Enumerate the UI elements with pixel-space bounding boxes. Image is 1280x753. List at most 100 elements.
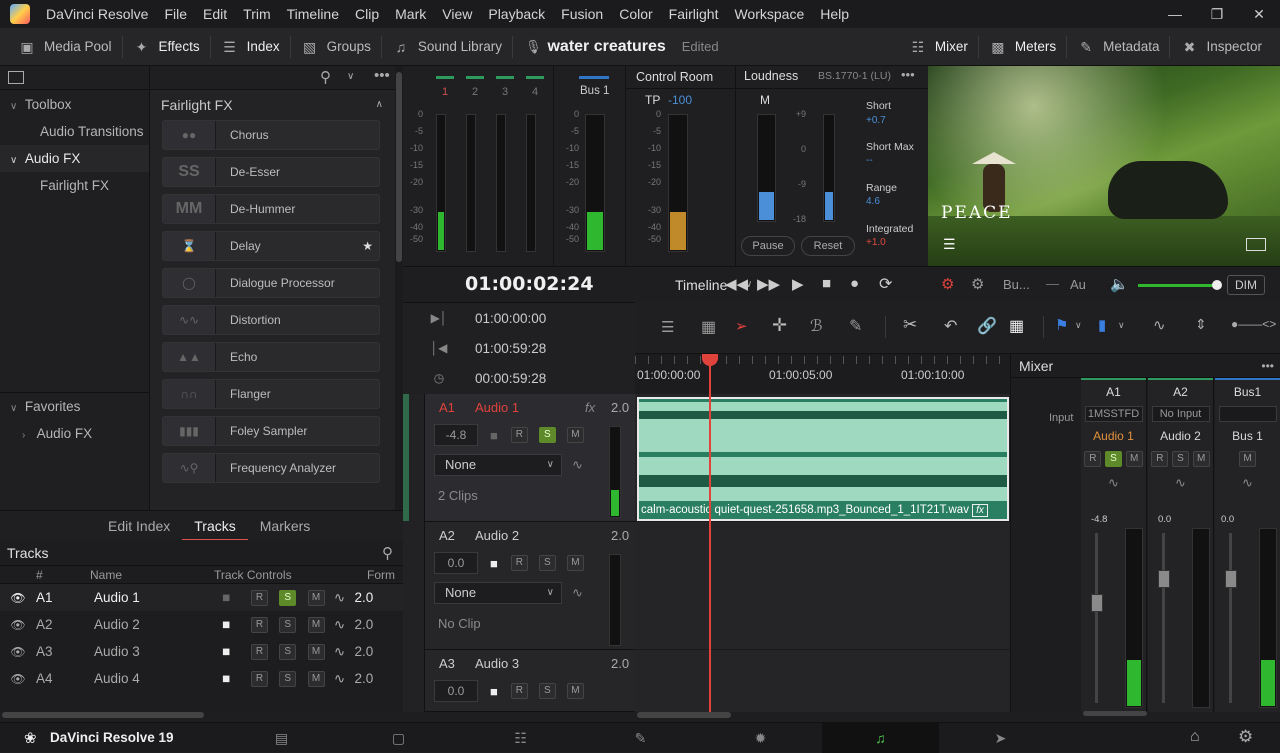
clip-fx-badge[interactable]: fx <box>972 504 988 517</box>
close-icon[interactable]: ✕ <box>1238 0 1280 28</box>
mute-button[interactable]: M <box>307 616 325 633</box>
fx-item-dialogue-processor[interactable]: ◯ Dialogue Processor <box>162 268 380 298</box>
fusion-page-icon[interactable]: ✎ <box>582 723 699 753</box>
lock-icon[interactable]: ■ <box>222 644 251 659</box>
tree-item-fav-audio-fx[interactable]: › Audio FX <box>0 420 149 447</box>
automation-icon[interactable]: ∿ <box>325 617 355 633</box>
volume-icon[interactable]: 🔈 <box>1110 275 1129 293</box>
solo-button[interactable]: S <box>538 683 556 699</box>
slider-knob[interactable] <box>1212 280 1222 290</box>
dynamics-icon[interactable]: ∿ <box>1215 475 1280 491</box>
lock-icon[interactable]: ■ <box>490 556 498 571</box>
automation-icon[interactable]: ∿ <box>325 671 355 687</box>
track-row-a1[interactable]: 👁 A1 Audio 1 ■ R S M ∿ 2.0 <box>0 584 403 611</box>
timeline-options-icon[interactable]: ☰ <box>661 318 674 336</box>
track-header-a3[interactable]: A3 Audio 3 2.0 0.0 ■ R S M <box>425 650 635 712</box>
fairlight-page-icon[interactable]: ♫ <box>822 723 939 753</box>
media-page-icon[interactable]: ▤ <box>223 723 340 753</box>
maximize-icon[interactable]: ❐ <box>1196 0 1238 28</box>
menu-help[interactable]: Help <box>812 0 857 28</box>
fx-scrollbar[interactable] <box>395 66 403 510</box>
record-button[interactable]: R <box>1151 451 1169 467</box>
gear-icon[interactable]: ⚙ <box>1238 727 1253 747</box>
menu-edit[interactable]: Edit <box>195 0 235 28</box>
edit-page-icon[interactable]: ☷ <box>462 723 579 753</box>
menu-davinci-resolve[interactable]: DaVinci Resolve <box>38 0 156 28</box>
stop-icon[interactable]: ■ <box>822 275 831 292</box>
dynamics-icon[interactable]: ∿ <box>1081 475 1146 491</box>
tree-item-favorites[interactable]: ∨ Favorites <box>0 393 149 420</box>
auto-duck-icon[interactable]: ▦ <box>1009 316 1024 336</box>
solo-button[interactable]: S <box>1172 451 1189 467</box>
track-header-a2[interactable]: A2 Audio 2 2.0 0.0 ■ R S M None ∨ ∿ No Cl… <box>425 522 635 650</box>
favorite-star-icon[interactable]: ★ <box>362 239 373 253</box>
track-name[interactable]: Audio 2 <box>475 528 611 543</box>
bus-selector[interactable]: Bu... <box>1003 277 1030 292</box>
play-icon[interactable]: ▶ <box>792 275 804 293</box>
playhead[interactable] <box>709 354 711 712</box>
fader-knob[interactable] <box>1225 570 1237 588</box>
selection-tool-icon[interactable]: ➢ <box>735 317 748 335</box>
out-point-icon[interactable]: │◀ <box>403 341 475 355</box>
fx-item-distortion[interactable]: ∿∿ Distortion <box>162 305 380 335</box>
record-button[interactable]: R <box>1084 451 1102 467</box>
flag-icon[interactable]: ⚑ <box>1055 316 1068 334</box>
trim-tool-icon[interactable]: ℬ <box>810 316 823 336</box>
mute-button[interactable]: M <box>566 683 584 699</box>
video-viewer[interactable]: ☰ <box>928 66 1280 266</box>
audio-clip[interactable]: calm-acoustic quiet-quest-251658.mp3_Bou… <box>637 397 1009 521</box>
chevron-down-icon[interactable]: ∨ <box>1118 320 1125 331</box>
track-header-a1[interactable]: A1 Audio 1 fx 2.0 -4.8 ■ R S M None ∨ ∿ 2… <box>425 394 635 522</box>
automation-icon[interactable]: ∿ <box>572 585 583 601</box>
track-row-a2[interactable]: 👁 A2 Audio 2 ■ R S M ∿ 2.0 <box>0 611 403 638</box>
meters-button[interactable]: ▩ Meters <box>979 28 1066 66</box>
track-volume[interactable]: 0.0 <box>434 680 478 702</box>
menu-fairlight[interactable]: Fairlight <box>661 0 727 28</box>
media-pool-button[interactable]: ▣ Media Pool <box>0 28 122 66</box>
track-input-select[interactable]: None ∨ <box>434 582 562 604</box>
vertical-zoom-icon[interactable]: ⇕ <box>1195 316 1207 333</box>
track-volume[interactable]: -4.8 <box>434 424 478 446</box>
automation-settings-icon[interactable]: ⚙ <box>971 275 984 293</box>
range-tool-icon[interactable]: ✛ <box>772 315 787 336</box>
fx-item-de-hummer[interactable]: MM De-Hummer <box>162 194 380 224</box>
mute-button[interactable]: M <box>566 427 584 443</box>
inspector-button[interactable]: ✖ Inspector <box>1170 28 1280 66</box>
mute-button[interactable]: M <box>1239 451 1256 467</box>
deliver-page-icon[interactable]: ➤ <box>942 723 1059 753</box>
record-button[interactable]: R <box>251 616 268 633</box>
home-icon[interactable]: ⌂ <box>1190 728 1200 746</box>
tab-edit-index[interactable]: Edit Index <box>96 511 182 541</box>
metadata-button[interactable]: ✎ Metadata <box>1067 28 1169 66</box>
fx-item-chorus[interactable]: ●● Chorus <box>162 120 380 150</box>
eye-icon[interactable]: 👁 <box>0 618 36 632</box>
mixer-button[interactable]: ☷ Mixer <box>899 28 978 66</box>
link-icon[interactable]: 🔗 <box>977 316 997 336</box>
viewer-pip-icon[interactable] <box>1246 238 1266 251</box>
tree-item-audio-transitions[interactable]: Audio Transitions <box>0 118 149 145</box>
lock-icon[interactable]: ■ <box>222 590 251 605</box>
color-page-icon[interactable]: ✹ <box>702 723 819 753</box>
solo-button[interactable]: S <box>538 427 556 443</box>
record-button[interactable]: R <box>510 683 528 699</box>
dynamics-icon[interactable]: ∿ <box>1148 475 1213 491</box>
pencil-icon[interactable]: ✎ <box>849 316 862 336</box>
sound-library-button[interactable]: ♫ Sound Library <box>382 28 512 66</box>
viewer-settings-icon[interactable]: ☰ <box>943 236 956 253</box>
snapping-icon[interactable]: ↶ <box>944 316 957 336</box>
automation-icon[interactable]: ∿ <box>325 644 355 660</box>
track-row-a4[interactable]: 👁 A4 Audio 4 ■ R S M ∿ 2.0 <box>0 665 403 692</box>
menu-timeline[interactable]: Timeline <box>279 0 347 28</box>
effects-button[interactable]: ✦ Effects <box>123 28 210 66</box>
solo-button[interactable]: S <box>279 643 297 660</box>
sidebar-toggle-icon[interactable] <box>8 71 24 84</box>
strip-input[interactable]: 1MSSTFD <box>1084 406 1143 422</box>
menu-playback[interactable]: Playback <box>480 0 553 28</box>
tree-item-fairlight-fx[interactable]: Fairlight FX <box>0 172 149 199</box>
loop-icon[interactable]: ⟳ <box>879 274 892 294</box>
pause-button[interactable]: Pause <box>741 236 795 256</box>
groups-button[interactable]: ▧ Groups <box>291 28 381 66</box>
track-name[interactable]: Audio 3 <box>475 656 611 671</box>
reset-button[interactable]: Reset <box>801 236 855 256</box>
track-input-select[interactable]: None ∨ <box>434 454 562 476</box>
